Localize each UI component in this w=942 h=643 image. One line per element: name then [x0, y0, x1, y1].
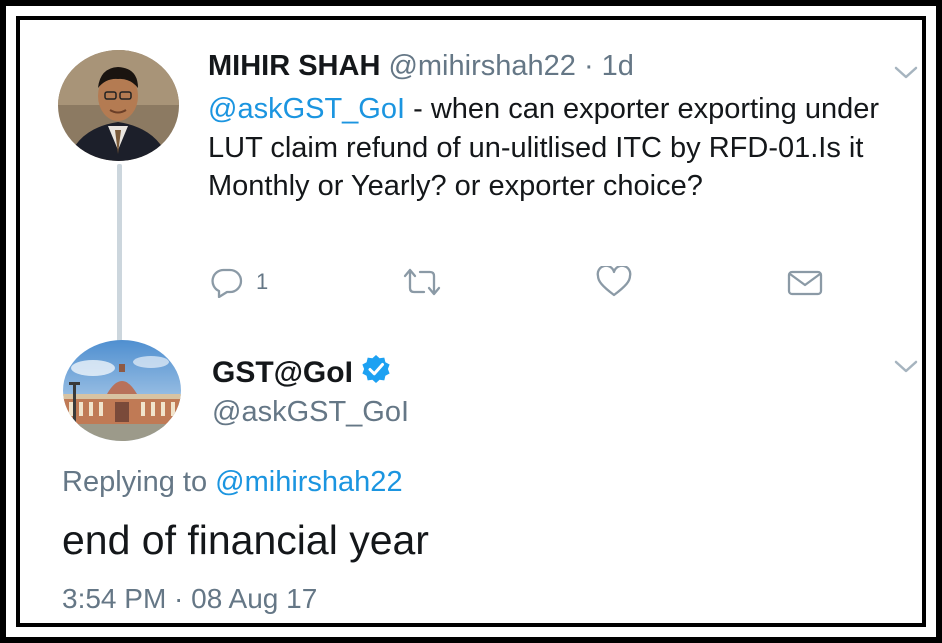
reply-author-name[interactable]: GST@GoI	[212, 356, 353, 390]
time-ago[interactable]: 1d	[602, 50, 634, 82]
screenshot-frame-outer: MIHIR SHAH @mihirshah22 · 1d @askGST_GoI…	[6, 6, 936, 637]
reply-count: 1	[256, 269, 269, 294]
tweet-thread-card: MIHIR SHAH @mihirshah22 · 1d @askGST_GoI…	[20, 20, 922, 623]
avatar-gst-goi[interactable]	[63, 340, 181, 441]
direct-message-button[interactable]	[787, 266, 823, 298]
replying-to-handle[interactable]: @mihirshah22	[215, 466, 402, 498]
chevron-down-icon[interactable]	[894, 66, 918, 80]
retweet-button[interactable]	[402, 266, 442, 298]
like-icon	[596, 266, 632, 297]
chevron-down-icon[interactable]	[894, 360, 918, 374]
separator-dot: ·	[583, 50, 594, 82]
reply-author-handle[interactable]: @askGST_GoI	[212, 396, 409, 429]
reply-author-name-row: GST@GoI	[212, 354, 391, 392]
reply-button[interactable]: 1	[210, 266, 268, 298]
tweet-actions: 1	[20, 266, 920, 306]
retweet-icon	[403, 268, 441, 296]
screenshot-frame-inner: MIHIR SHAH @mihirshah22 · 1d @askGST_GoI…	[16, 16, 926, 627]
verified-badge-icon	[361, 354, 391, 392]
avatar-photo-icon	[58, 50, 179, 161]
mention-link[interactable]: @askGST_GoI	[208, 93, 405, 125]
replying-to-prefix: Replying to	[62, 466, 216, 498]
avatar-building-icon	[63, 340, 181, 441]
tweet-header: MIHIR SHAH @mihirshah22 · 1d	[208, 50, 634, 83]
thread-connector-line	[117, 164, 122, 342]
author-handle[interactable]: @mihirshah22	[388, 50, 575, 82]
avatar-mihir-shah[interactable]	[58, 50, 179, 161]
reply-icon	[211, 268, 243, 298]
author-name[interactable]: MIHIR SHAH	[208, 50, 380, 82]
like-button[interactable]	[596, 266, 632, 298]
reply-timestamp[interactable]: 3:54 PM · 08 Aug 17	[62, 583, 317, 615]
reply-tweet-text: end of financial year	[62, 517, 429, 563]
tweet-text: @askGST_GoI - when can exporter exportin…	[208, 90, 908, 206]
replying-to-line: Replying to @mihirshah22	[62, 466, 403, 499]
direct-message-icon	[787, 270, 823, 296]
